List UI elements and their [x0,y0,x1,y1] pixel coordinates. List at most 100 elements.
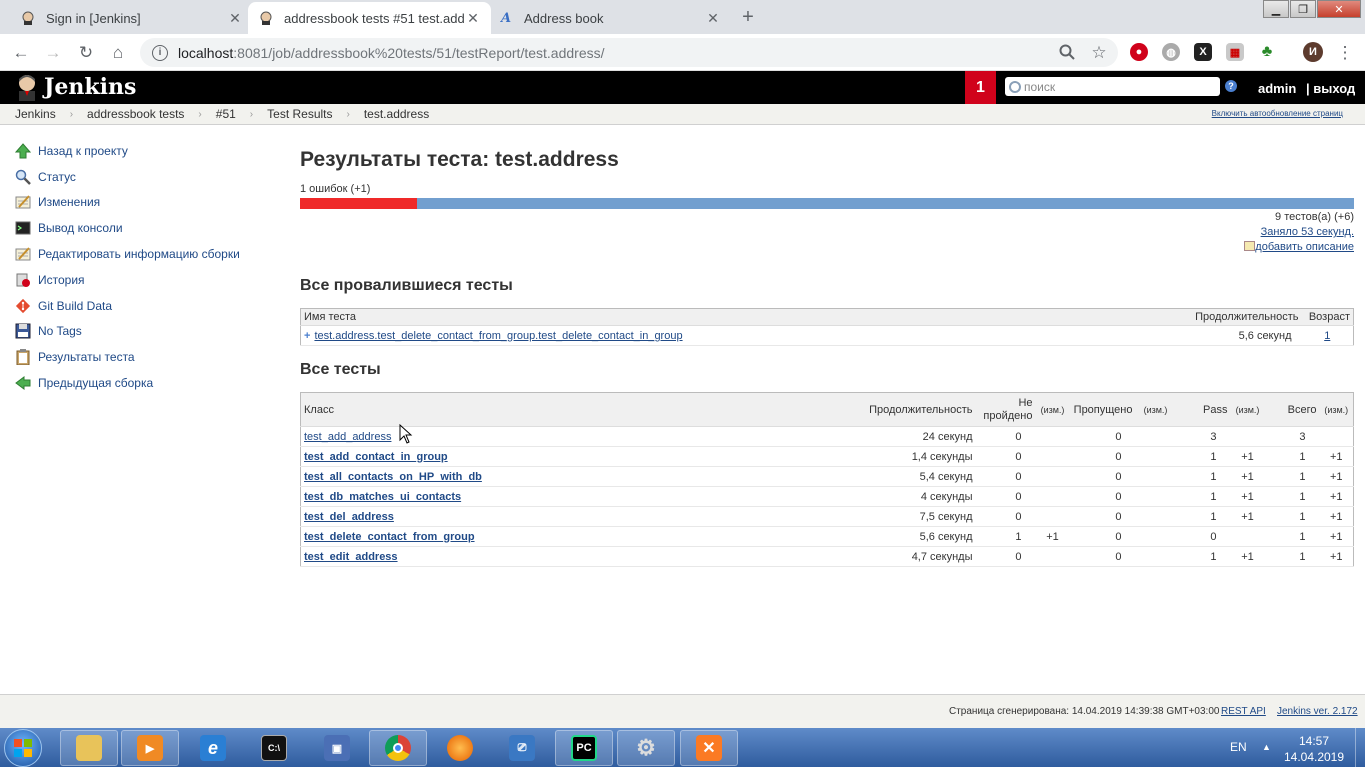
notification-badge[interactable]: 1 [965,71,996,104]
sidebar-item-status[interactable]: Статус [14,164,264,190]
sidebar-item-label: Результаты теста [38,350,135,365]
maximize-icon[interactable]: ❐ [1290,0,1316,18]
user-link[interactable]: admin [1258,81,1296,96]
close-tab-icon[interactable]: ✕ [705,10,721,27]
taskbar-chrome[interactable] [369,730,427,766]
column-header-total[interactable]: Всего [1264,392,1320,427]
column-header-skipped-diff[interactable]: (изм.) [1135,392,1176,427]
column-header-failed-diff[interactable]: (изм.) [1035,392,1070,427]
globe-extension-icon[interactable]: ◍ [1162,43,1180,61]
jenkins-version-link[interactable]: Jenkins ver. 2.172 [1277,706,1358,717]
taskbar-explorer[interactable] [60,730,118,766]
close-window-icon[interactable]: ✕ [1317,0,1361,18]
logout-link[interactable]: | выход [1306,81,1355,96]
rest-api-link[interactable]: REST API [1221,706,1266,717]
failed-test-age-link[interactable]: 1 [1324,330,1330,342]
home-icon[interactable]: ⌂ [107,42,129,64]
tray-expand-icon[interactable]: ▲ [1262,742,1271,752]
breadcrumb-project[interactable]: addressbook tests [87,107,184,121]
back-icon[interactable]: ← [10,42,32,64]
column-header-class[interactable]: Класс [300,392,866,427]
column-header-pass[interactable]: Pass [1175,392,1231,427]
auto-refresh-link[interactable]: Включить автообновление страниц [1212,109,1343,118]
adblock-extension-icon[interactable]: ● [1130,43,1148,61]
taskbar-xampp[interactable]: ✕ [680,730,738,766]
taskbar-cmd[interactable]: C:\ [245,730,303,766]
column-header-pass-diff[interactable]: (изм.) [1230,392,1265,427]
sidebar-item-changes[interactable]: Изменения [14,190,264,216]
expand-icon[interactable]: + [304,330,310,342]
test-class-link[interactable]: test_add_address [304,431,391,443]
edit-description-icon [1244,241,1256,251]
system-clock[interactable]: 14:57 14.04.2019 [1280,733,1348,765]
reload-icon[interactable]: ↻ [75,42,97,64]
column-header-total-diff[interactable]: (изм.) [1319,392,1354,427]
search-help-icon[interactable]: ? [1225,80,1237,92]
firefox-icon [447,735,473,761]
minimize-icon[interactable]: ▁ [1263,0,1289,18]
calendar-extension-icon[interactable]: ▦ [1226,43,1244,61]
tab-sign-in[interactable]: Sign in [Jenkins] ✕ [10,2,253,34]
column-header-skipped[interactable]: Пропущено [1069,392,1136,427]
taskbar-remote-desktop[interactable]: ⎚ [493,730,551,766]
test-class-link[interactable]: test_delete_contact_from_group [304,531,475,543]
sidebar-item-test-results[interactable]: Результаты теста [14,344,264,370]
x-extension-icon[interactable]: X [1194,43,1212,61]
sidebar-item-git-build-data[interactable]: Git Build Data [14,293,264,319]
profile-avatar-icon[interactable]: И [1303,42,1323,62]
language-indicator[interactable]: EN [1230,740,1247,754]
new-tab-button[interactable]: + [734,4,762,30]
test-class-link[interactable]: test_all_contacts_on_HP_with_db [304,471,482,483]
test-class-link[interactable]: test_edit_address [304,551,398,563]
show-desktop-button[interactable] [1355,728,1365,767]
generated-timestamp: Страница сгенерирована: 14.04.2019 14:39… [949,706,1220,717]
clover-extension-icon[interactable]: ♣ [1258,43,1276,61]
add-description-link[interactable]: добавить описание [1255,241,1354,253]
column-header-failed[interactable]: Не пройдено [975,392,1036,427]
address-bar[interactable]: i localhost:8081/job/addressbook%20tests… [140,38,1118,67]
failed-test-link[interactable]: test.address.test_delete_contact_from_gr… [314,330,682,342]
close-tab-icon[interactable]: ✕ [465,10,481,27]
taskbar-settings[interactable]: ⚙ [617,730,675,766]
test-class-link[interactable]: test_db_matches_ui_contacts [304,491,461,503]
breadcrumb-jenkins[interactable]: Jenkins [15,107,56,121]
site-info-icon[interactable]: i [152,44,168,61]
sidebar-item-back-to-project[interactable]: Назад к проекту [14,138,264,164]
taskbar-ie[interactable]: e [184,730,242,766]
test-class-link[interactable]: test_del_address [304,511,394,523]
taskbar-media-player[interactable]: ▶ [121,730,179,766]
network-icon: ▣ [324,735,350,761]
breadcrumb-package[interactable]: test.address [364,107,429,121]
bookmark-star-icon[interactable]: ☆ [1088,42,1110,64]
jenkins-logo[interactable]: Jenkins [14,73,136,101]
tab-test-report[interactable]: addressbook tests #51 test.address ✕ [248,2,491,34]
column-header-duration[interactable]: Продолжительность [865,392,976,427]
folder-icon [76,735,102,761]
zoom-search-icon[interactable] [1056,41,1078,63]
close-tab-icon[interactable]: ✕ [227,10,243,27]
sidebar-item-previous-build[interactable]: Предыдущая сборка [14,370,264,396]
test-class-link[interactable]: test_add_contact_in_group [304,451,448,463]
breadcrumb-build[interactable]: #51 [216,107,236,121]
column-header-test-name[interactable]: Имя теста [300,308,1192,326]
duration-link[interactable]: Заняло 53 секунд. [1261,226,1354,238]
tab-address-book[interactable]: A Address book ✕ [488,2,731,34]
forward-icon[interactable]: → [42,42,64,64]
windows-start-icon[interactable] [4,729,42,767]
breadcrumb-test-results[interactable]: Test Results [267,107,332,121]
taskbar-firefox[interactable] [431,730,489,766]
taskbar-network[interactable]: ▣ [308,730,366,766]
test-duration: 5,6 секунд [865,526,976,547]
sidebar-item-no-tags[interactable]: No Tags [14,319,264,345]
search-input[interactable]: поиск [1005,77,1220,96]
column-header-age[interactable]: Возраст [1301,308,1354,326]
failed-diff [1035,466,1070,487]
column-header-duration[interactable]: Продолжительность [1191,308,1302,326]
browser-menu-icon[interactable]: ⋮ [1334,42,1356,64]
sidebar-item-history[interactable]: История [14,267,264,293]
taskbar-pycharm[interactable]: PC [555,730,613,766]
header-failed-line1: Не [1018,396,1033,409]
url-path: :8081/job/addressbook%20tests/51/testRep… [233,44,605,61]
sidebar-item-edit-build-info[interactable]: Редактировать информацию сборки [14,241,264,267]
sidebar-item-console-output[interactable]: Вывод консоли [14,215,264,241]
